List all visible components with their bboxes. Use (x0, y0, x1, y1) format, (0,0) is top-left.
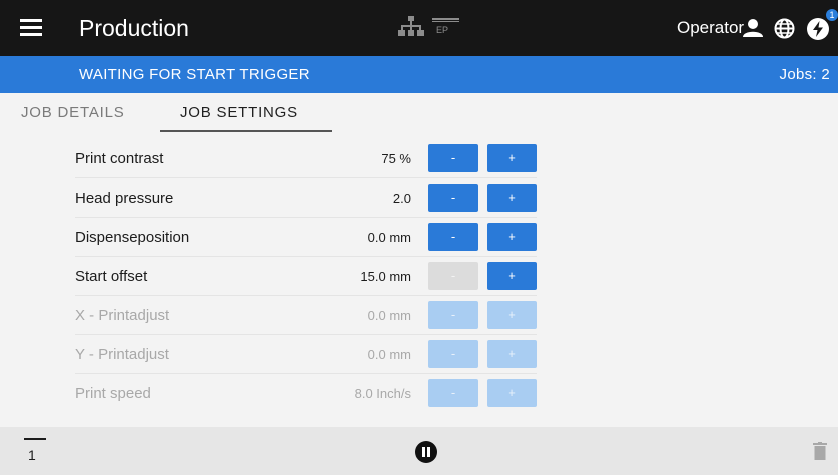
setting-row-x-printadjust: X - Printadjust 0.0 mm - + (75, 296, 537, 335)
setting-row-print-speed: Print speed 8.0 Inch/s - + (75, 374, 537, 413)
tab-bar: JOB DETAILS JOB SETTINGS (0, 93, 838, 133)
top-bar: Production EP Operator 1 (0, 0, 838, 56)
setting-value: 0.0 mm (367, 308, 411, 323)
decrease-button[interactable]: - (428, 144, 478, 172)
increase-button[interactable]: + (487, 379, 537, 407)
setting-label: Print contrast (75, 150, 164, 167)
tab-job-details[interactable]: JOB DETAILS (21, 104, 125, 121)
ep-icon: EP (432, 18, 459, 35)
increase-button[interactable]: + (487, 340, 537, 368)
setting-label: Y - Printadjust (75, 346, 169, 363)
notification-badge: 1 (826, 9, 838, 21)
bottom-bar: 1 (0, 427, 838, 475)
setting-row-dispenseposition: Dispenseposition 0.0 mm - + (75, 218, 537, 257)
decrease-button[interactable]: - (428, 301, 478, 329)
setting-value: 2.0 (392, 191, 411, 206)
setting-row-y-printadjust: Y - Printadjust 0.0 mm - + (75, 335, 537, 374)
setting-row-start-offset: Start offset 15.0 mm - + (75, 257, 537, 296)
decrease-button[interactable]: - (428, 379, 478, 407)
setting-row-print-contrast: Print contrast 75 % - + (75, 139, 537, 178)
decrease-button[interactable]: - (428, 184, 478, 212)
status-message: WAITING FOR START TRIGGER (79, 66, 310, 83)
setting-value: 15.0 mm (360, 269, 411, 284)
setting-label: Print speed (75, 385, 151, 402)
globe-icon[interactable] (774, 18, 795, 39)
increase-button[interactable]: + (487, 301, 537, 329)
decrease-button[interactable]: - (428, 223, 478, 251)
trash-icon[interactable] (813, 442, 827, 460)
setting-value: 8.0 Inch/s (354, 386, 411, 401)
person-icon[interactable] (743, 19, 763, 37)
setting-value: 0.0 mm (367, 347, 411, 362)
setting-label: Head pressure (75, 190, 174, 207)
pause-button[interactable] (415, 441, 437, 463)
menu-icon[interactable] (20, 19, 42, 37)
setting-label: Dispenseposition (75, 229, 190, 246)
queue-icon[interactable] (24, 438, 46, 444)
jobs-count: Jobs: 2 (779, 66, 830, 83)
setting-label: X - Printadjust (75, 307, 170, 324)
increase-button[interactable]: + (487, 223, 537, 251)
ep-label: EP (436, 25, 448, 35)
user-name[interactable]: Operator (677, 18, 744, 38)
increase-button[interactable]: + (487, 184, 537, 212)
queue-count: 1 (28, 447, 36, 463)
setting-row-head-pressure: Head pressure 2.0 - + (75, 179, 537, 218)
tab-job-settings[interactable]: JOB SETTINGS (180, 104, 298, 121)
decrease-button[interactable]: - (428, 262, 478, 290)
setting-value: 75 % (381, 151, 411, 166)
setting-value: 0.0 mm (367, 230, 411, 245)
page-title: Production (79, 15, 189, 41)
bolt-icon[interactable] (807, 18, 829, 40)
setting-label: Start offset (75, 268, 148, 285)
decrease-button[interactable]: - (428, 340, 478, 368)
increase-button[interactable]: + (487, 144, 537, 172)
network-icon (398, 16, 424, 36)
status-bar: WAITING FOR START TRIGGER Jobs: 2 (0, 56, 838, 93)
active-tab-indicator (160, 130, 332, 132)
increase-button[interactable]: + (487, 262, 537, 290)
